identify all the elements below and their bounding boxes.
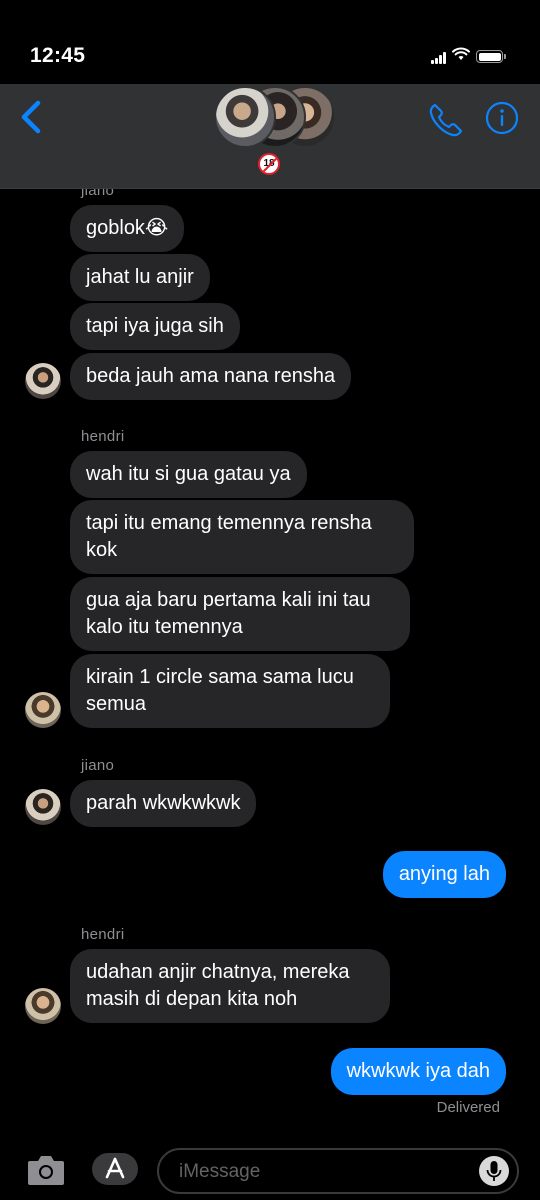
group-name-badge[interactable]: 18	[258, 153, 280, 175]
imessage-screen: 12:45 18	[0, 0, 540, 1200]
phone-call-icon[interactable]	[426, 100, 466, 140]
contact-avatar[interactable]	[25, 789, 61, 825]
message-bubble[interactable]: wah itu si gua gatau ya	[70, 451, 307, 498]
sender-name: hendri	[81, 926, 125, 943]
clock: 12:45	[30, 44, 86, 67]
message-input[interactable]: iMessage	[157, 1148, 519, 1194]
contact-avatar[interactable]	[25, 988, 61, 1024]
info-icon[interactable]	[485, 101, 519, 135]
compose-bar: iMessage	[0, 1139, 540, 1200]
message-bubble[interactable]: goblok😭	[70, 205, 185, 252]
wifi-icon	[452, 47, 470, 60]
sender-name: hendri	[81, 428, 125, 445]
contact-avatar[interactable]	[25, 363, 61, 399]
sender-name: jiano	[81, 757, 115, 774]
sent-message-bubble[interactable]: wkwkwk iya dah	[330, 1048, 506, 1095]
contact-avatar[interactable]	[25, 692, 61, 728]
conversation-header: 18	[0, 84, 540, 189]
microphone-button[interactable]	[479, 1156, 509, 1186]
battery-icon	[476, 50, 506, 63]
app-store-button[interactable]	[92, 1153, 138, 1185]
message-bubble[interactable]: jahat lu anjir	[70, 254, 210, 301]
app-store-icon	[105, 1157, 125, 1179]
message-bubble[interactable]: kirain 1 circle sama sama lucu semua	[70, 654, 390, 728]
message-bubble[interactable]: gua aja baru pertama kali ini tau kalo i…	[70, 577, 410, 651]
message-bubble[interactable]: tapi itu emang temennya rensha kok	[70, 500, 414, 574]
message-list[interactable]: jiano goblok😭 jahat lu anjir tapi iya ju…	[0, 189, 540, 1139]
status-bar: 12:45	[0, 0, 540, 84]
message-bubble[interactable]: tapi iya juga sih	[70, 303, 240, 350]
microphone-icon	[486, 1161, 502, 1181]
camera-icon[interactable]	[26, 1153, 66, 1187]
message-bubble[interactable]: beda jauh ama nana rensha	[70, 353, 352, 400]
group-avatar-1	[214, 86, 276, 148]
message-bubble[interactable]: udahan anjir chatnya, mereka masih di de…	[70, 949, 390, 1023]
delivered-status: Delivered	[436, 1099, 500, 1116]
group-avatars[interactable]	[214, 86, 336, 148]
back-chevron-icon[interactable]	[16, 99, 46, 135]
sender-name: jiano	[81, 189, 115, 199]
message-bubble[interactable]: parah wkwkwkwk	[70, 780, 257, 827]
message-input-placeholder: iMessage	[179, 1161, 261, 1182]
sent-message-bubble[interactable]: anying lah	[382, 851, 506, 898]
cellular-signal-icon	[431, 52, 446, 64]
